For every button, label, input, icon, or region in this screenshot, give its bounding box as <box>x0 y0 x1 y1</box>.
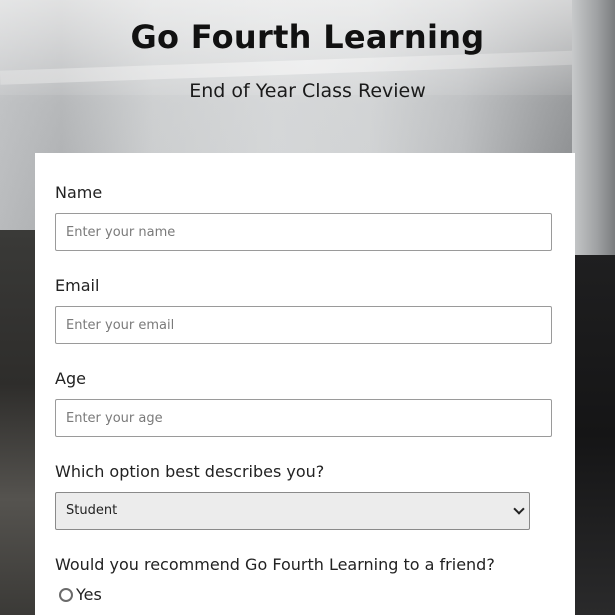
page-subtitle: End of Year Class Review <box>189 80 426 102</box>
page-title: Go Fourth Learning <box>130 18 485 56</box>
email-input[interactable] <box>55 306 552 344</box>
role-label: Which option best describes you? <box>55 462 325 481</box>
role-select-value: Student <box>66 503 118 518</box>
name-label: Name <box>55 183 103 202</box>
background-left-shadow <box>0 230 40 615</box>
recommend-label: Would you recommend Go Fourth Learning t… <box>55 555 495 574</box>
name-input[interactable] <box>55 213 552 251</box>
background-right-shadow <box>572 255 615 615</box>
radio-label: Yes <box>76 585 102 604</box>
review-form: Name Email Age Which option best describ… <box>35 153 575 615</box>
age-input[interactable] <box>55 399 552 437</box>
email-label: Email <box>55 276 100 295</box>
role-select[interactable]: Student <box>55 492 530 530</box>
age-label: Age <box>55 369 86 388</box>
radio-button[interactable] <box>59 587 73 602</box>
recommend-option-yes[interactable]: Yes <box>59 585 102 604</box>
chevron-down-icon <box>513 503 525 515</box>
